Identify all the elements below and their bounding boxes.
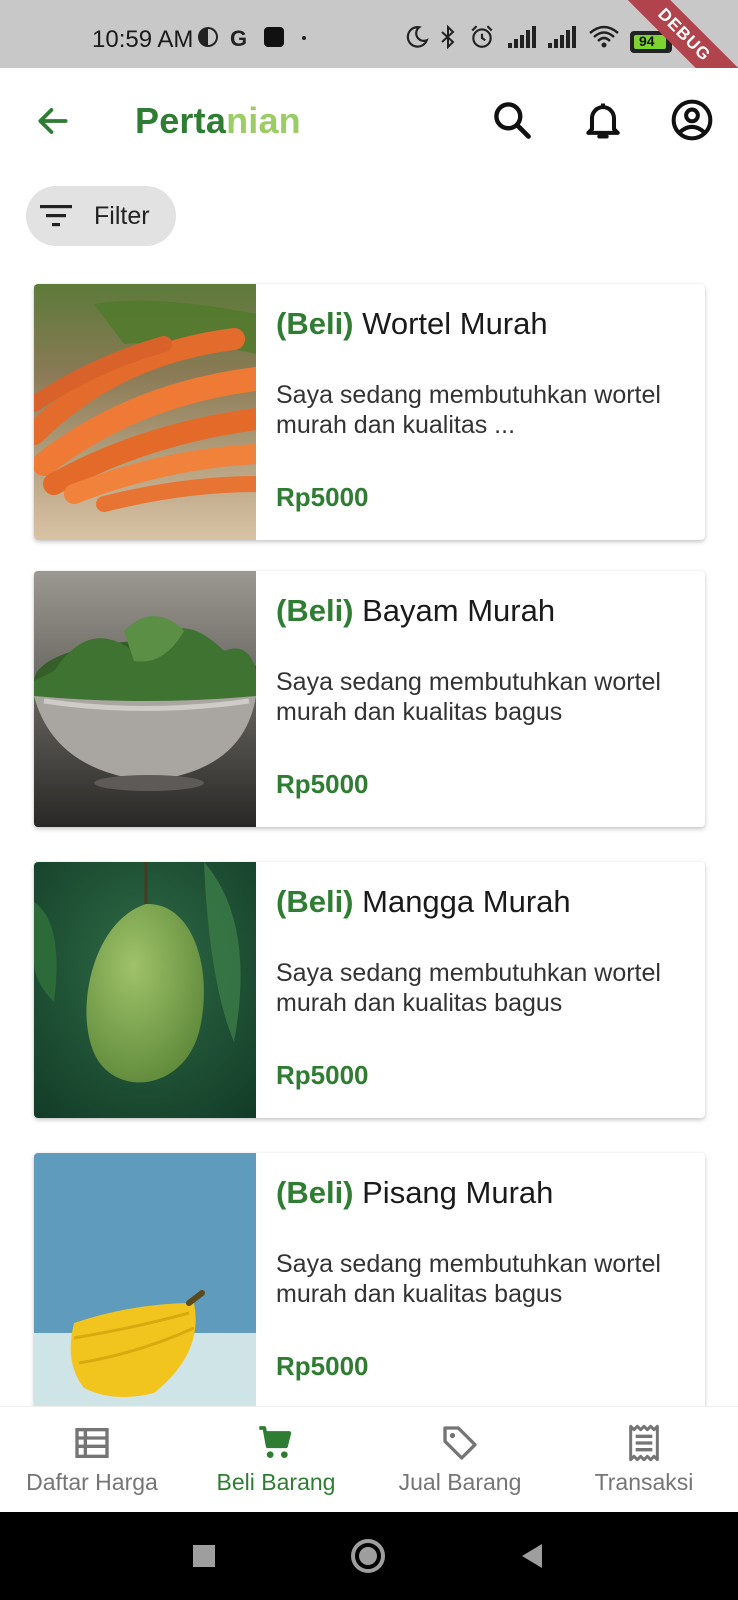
product-price: Rp5000 [276, 1351, 369, 1381]
dot-icon [302, 36, 306, 40]
banana-photo [34, 1153, 256, 1406]
product-description: Saya sedang membutuhkan wortel murah dan… [276, 1250, 661, 1308]
signal-icon [548, 26, 576, 48]
product-card[interactable]: (Beli) Bayam Murah Saya sedang membutuhk… [34, 571, 705, 827]
title-part-1: Perta [135, 100, 227, 141]
filter-button[interactable]: Filter [26, 186, 176, 246]
nav-label: Beli Barang [216, 1469, 336, 1495]
g-icon: G [230, 26, 247, 50]
product-title: (Beli) Pisang Murah [276, 1175, 553, 1211]
carrots-photo [34, 284, 256, 540]
title-part-2: nian [226, 100, 301, 141]
app-icon [198, 27, 218, 47]
filter-label: Filter [94, 202, 150, 230]
status-bar: 10:59 AM G 94 DEBUG [0, 0, 738, 117]
product-tag: (Beli) [276, 1175, 354, 1210]
spinach-bowl-photo [34, 571, 256, 827]
product-name: Wortel Murah [362, 306, 548, 341]
mango-photo [34, 862, 256, 1118]
nav-beli-barang[interactable]: Beli Barang [184, 1407, 368, 1513]
search-icon[interactable] [490, 98, 534, 142]
product-tag: (Beli) [276, 306, 354, 341]
home-icon[interactable] [348, 1536, 388, 1576]
bluetooth-icon [441, 24, 455, 50]
status-time: 10:59 AM [92, 26, 194, 53]
product-tag: (Beli) [276, 593, 354, 628]
product-price: Rp5000 [276, 482, 369, 512]
product-title: (Beli) Bayam Murah [276, 593, 555, 629]
product-price: Rp5000 [276, 1060, 369, 1090]
product-name: Mangga Murah [362, 884, 571, 919]
tag-icon [443, 1426, 477, 1460]
square-icon [264, 27, 284, 47]
nav-jual-barang[interactable]: Jual Barang [368, 1407, 552, 1513]
wifi-icon [589, 25, 619, 48]
product-name: Bayam Murah [362, 593, 556, 628]
nav-transaksi[interactable]: Transaksi [552, 1407, 736, 1513]
product-description: Saya sedang membutuhkan wortel murah dan… [276, 959, 661, 1017]
cart-icon [259, 1426, 292, 1458]
product-description: Saya sedang membutuhkan wortel murah dan… [276, 668, 661, 726]
app-bar: Pertanian [0, 68, 738, 174]
filter-list-icon [40, 205, 72, 227]
bell-icon[interactable] [581, 98, 625, 142]
product-card[interactable]: (Beli) Pisang Murah Saya sedang membutuh… [34, 1153, 705, 1406]
product-title: (Beli) Wortel Murah [276, 306, 548, 342]
product-description: Saya sedang membutuhkan wortel murah dan… [276, 381, 661, 439]
signal-icon [508, 26, 536, 48]
product-price: Rp5000 [276, 769, 369, 799]
product-card[interactable]: (Beli) Mangga Murah Saya sedang membutuh… [34, 862, 705, 1118]
product-list: (Beli) Wortel Murah Saya sedang membutuh… [0, 282, 738, 1406]
nav-label: Daftar Harga [26, 1469, 158, 1495]
product-title: (Beli) Mangga Murah [276, 884, 571, 920]
receipt-icon [629, 1424, 659, 1462]
screen: 10:59 AM G 94 DEBUG Pertanian Filter (Be… [0, 0, 738, 1600]
nav-daftar-harga[interactable]: Daftar Harga [0, 1407, 184, 1513]
bottom-navigation: Daftar Harga Beli Barang Jual Barang Tra… [0, 1406, 738, 1512]
nav-label: Jual Barang [398, 1469, 522, 1495]
product-name: Pisang Murah [362, 1175, 554, 1210]
account-circle-icon[interactable] [670, 98, 714, 142]
back-icon[interactable] [512, 1536, 552, 1576]
recents-icon[interactable] [184, 1536, 224, 1576]
back-arrow-icon[interactable] [34, 102, 72, 140]
page-title: Pertanian [135, 100, 301, 142]
list-icon [75, 1428, 109, 1458]
nav-label: Transaksi [594, 1469, 694, 1495]
product-card[interactable]: (Beli) Wortel Murah Saya sedang membutuh… [34, 284, 705, 540]
svg-text:G: G [230, 26, 247, 50]
product-tag: (Beli) [276, 884, 354, 919]
battery-level: 94 [639, 33, 655, 49]
alarm-icon [471, 25, 493, 48]
system-navigation-bar [0, 1512, 738, 1600]
moon-icon [406, 26, 429, 48]
